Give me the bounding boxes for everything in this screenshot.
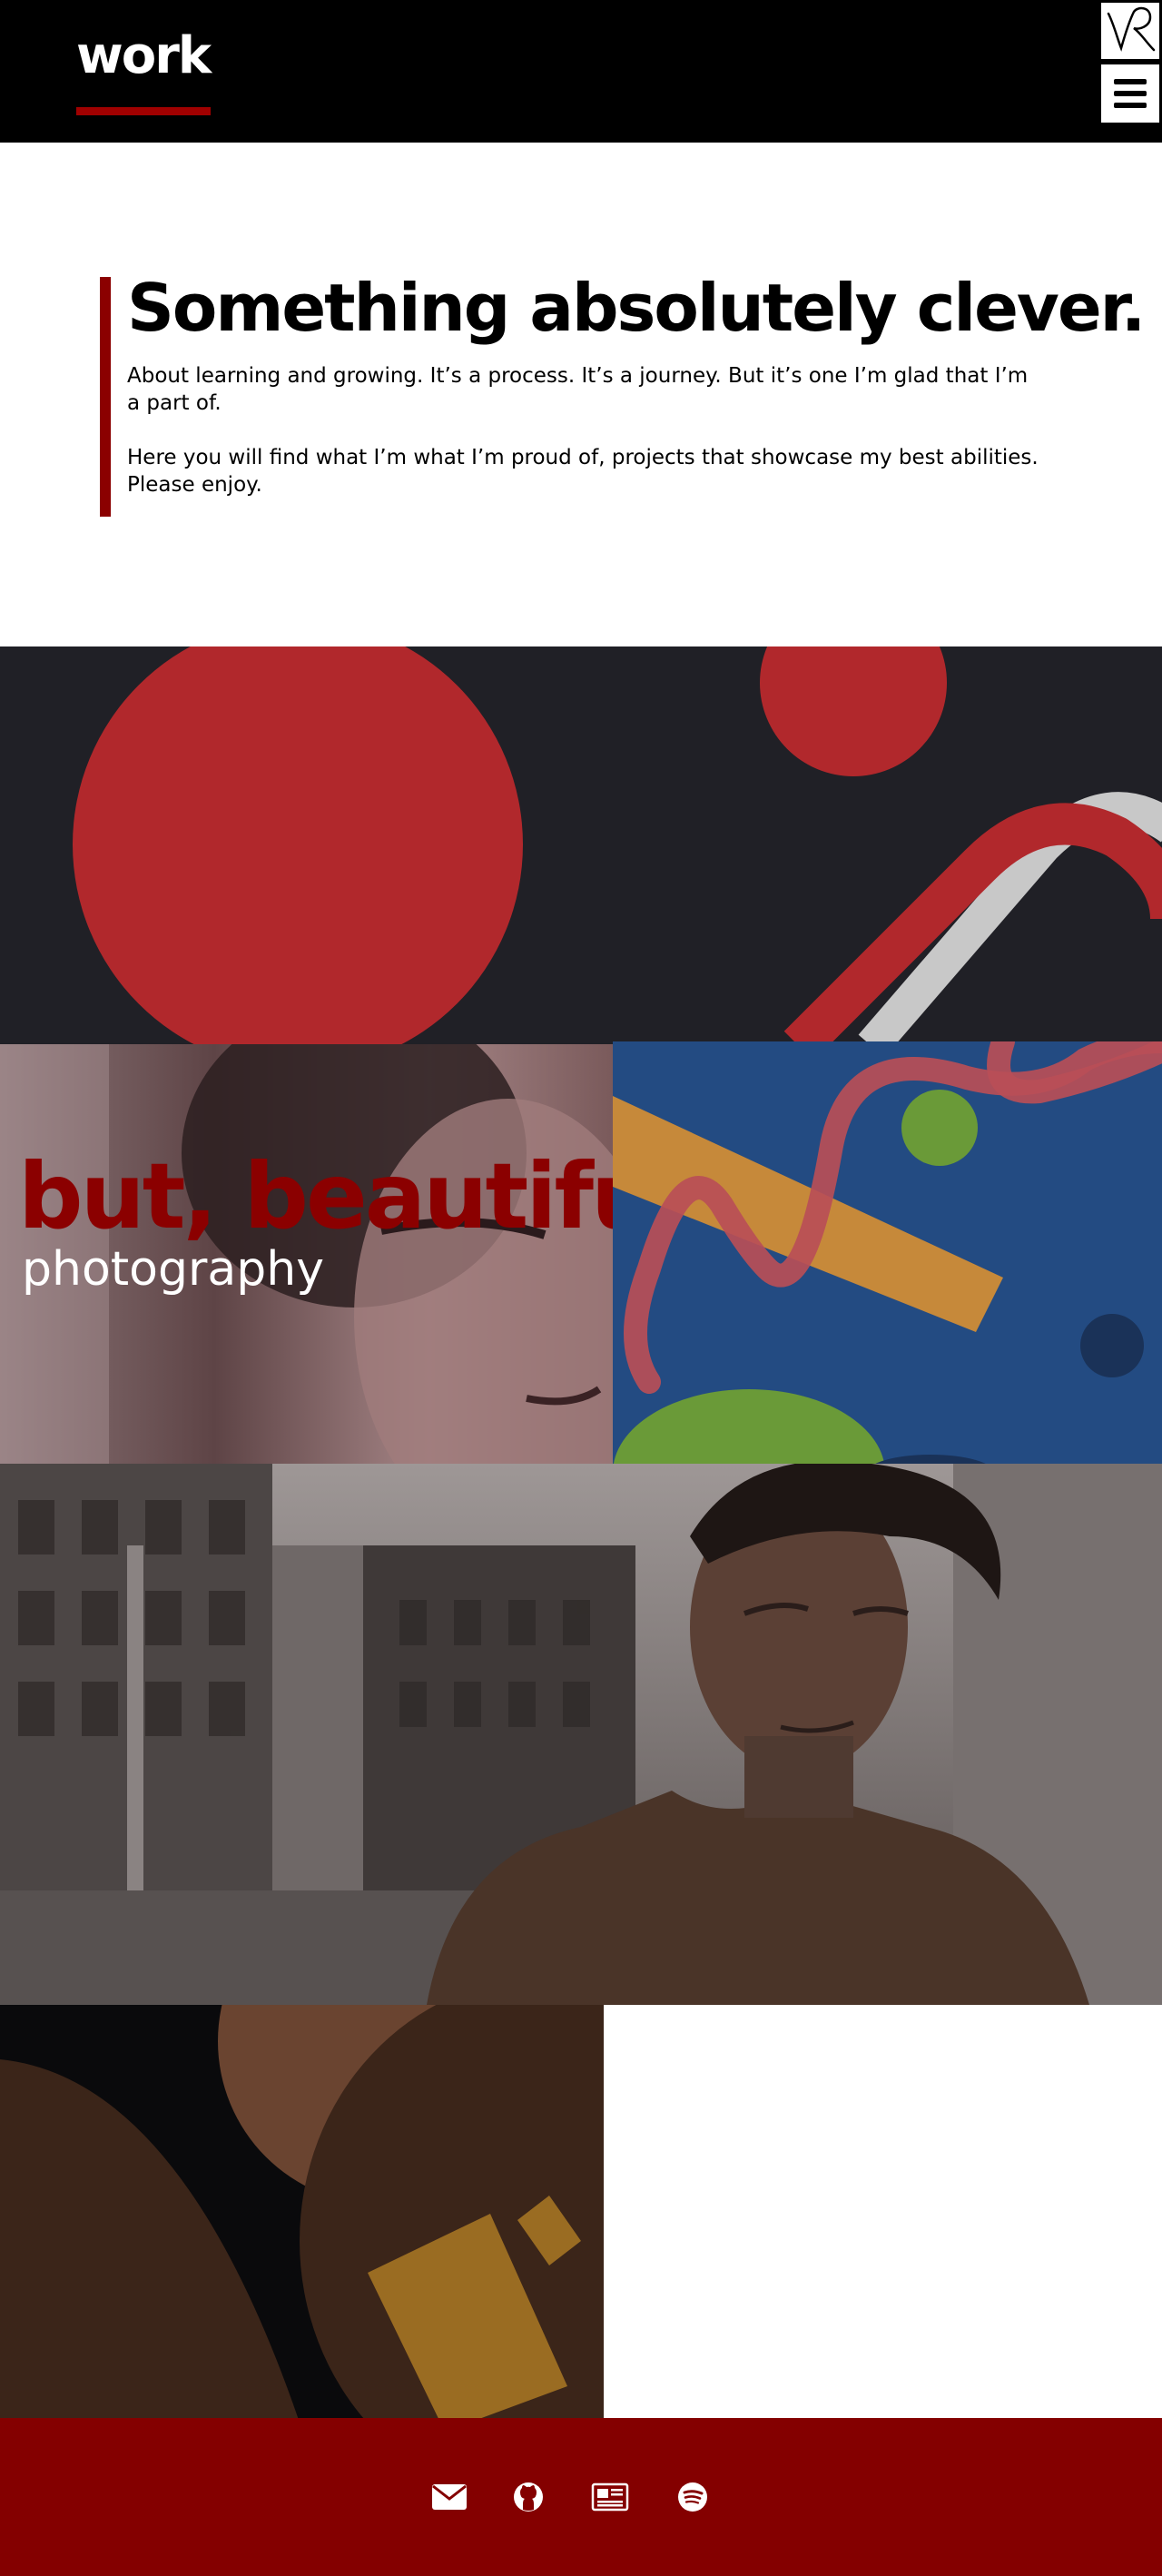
intro-paragraph-1: About learning and growing. It’s a proce… xyxy=(127,364,1029,415)
vr-monogram-icon[interactable] xyxy=(1098,0,1162,62)
intro-section: Something absolutely clever. About learn… xyxy=(100,270,1146,517)
abstract-red-artwork xyxy=(73,646,1162,1044)
project-tile-abstract-red[interactable] xyxy=(0,646,1162,1044)
intro-paragraph-2: Here you will find what I’m what I’m pro… xyxy=(127,446,1039,497)
abstract-blue-artwork xyxy=(613,1041,1162,1464)
project-tile-portrait[interactable] xyxy=(0,1464,1162,2005)
project-tile-abstract-blue[interactable] xyxy=(613,1041,1162,1464)
project-tile-photography[interactable]: but, beautiful photography xyxy=(0,1044,613,1464)
intro-accent-bar xyxy=(100,277,111,517)
portrait-photo-man xyxy=(0,1464,1162,2005)
abstract-brown-artwork xyxy=(0,2005,604,2418)
site-header: work xyxy=(0,0,1162,143)
project-tile-abstract-brown[interactable] xyxy=(0,2005,604,2418)
title-underline xyxy=(76,107,211,115)
photography-title: but, beautiful xyxy=(18,1143,613,1249)
newspaper-icon[interactable] xyxy=(587,2474,633,2520)
github-icon[interactable] xyxy=(506,2474,551,2520)
hamburger-menu-icon[interactable] xyxy=(1098,62,1162,125)
page-title-work[interactable]: work xyxy=(76,31,212,82)
spotify-icon[interactable] xyxy=(670,2474,715,2520)
site-footer xyxy=(0,2418,1162,2576)
intro-heading: Something absolutely clever. xyxy=(127,270,1146,346)
mail-icon[interactable] xyxy=(427,2474,472,2520)
photography-subtitle: photography xyxy=(22,1242,324,1297)
